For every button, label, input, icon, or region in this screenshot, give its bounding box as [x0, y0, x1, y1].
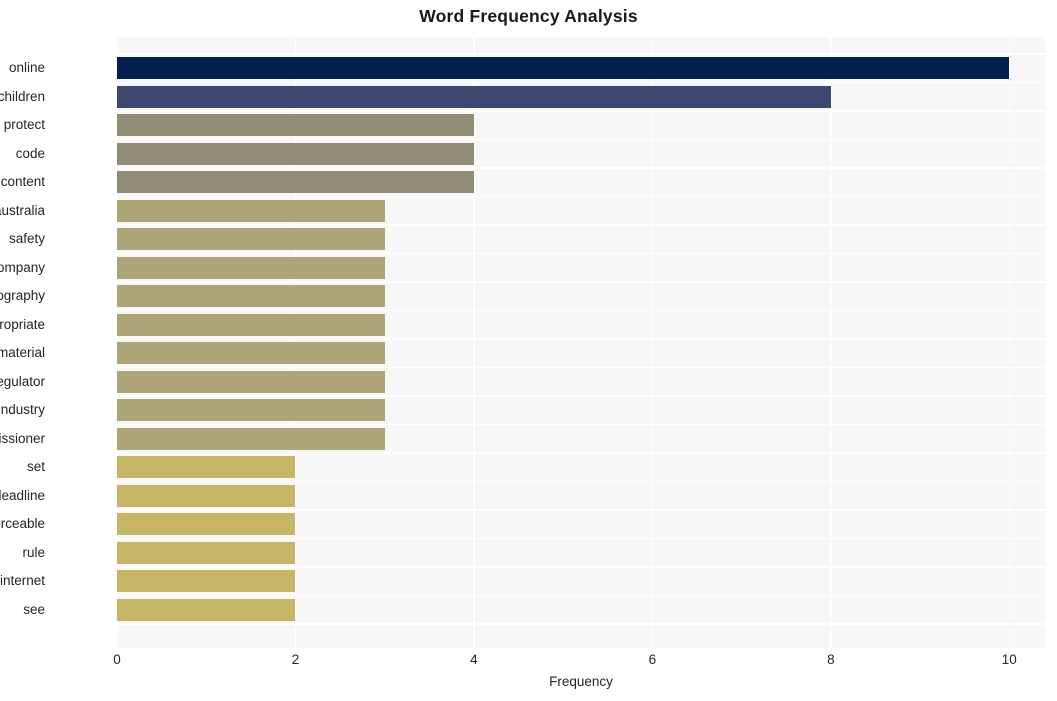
x-tick-label-10: 10 — [1001, 652, 1017, 667]
y-tick-label-rule: rule — [22, 544, 45, 560]
bar-protect[interactable] — [117, 114, 474, 136]
gridline-horizontal — [117, 167, 1045, 169]
y-tick-label-company: company — [0, 259, 45, 275]
y-tick-label-australia: australia — [0, 202, 45, 218]
y-tick-label-safety: safety — [8, 231, 45, 246]
gridline-horizontal — [117, 623, 1045, 625]
y-tick-label-online: online — [8, 60, 45, 75]
y-tick-label-set: set — [26, 459, 45, 474]
x-tick-label-2: 2 — [291, 652, 300, 667]
y-tick-label-children: children — [0, 88, 45, 104]
gridline-vertical-10 — [1008, 37, 1011, 648]
y-tick-label-pornography: pornography — [0, 288, 45, 303]
y-tick-label-regulator: regulator — [0, 373, 45, 389]
bar-commissioner[interactable] — [117, 427, 385, 450]
gridline-horizontal — [117, 53, 1045, 55]
bar-regulator[interactable] — [117, 370, 385, 393]
word-frequency-chart-figure: Word Frequency Analysis online children pr… — [0, 0, 1057, 701]
x-axis-label: Frequency — [549, 674, 613, 689]
bar-content[interactable] — [117, 171, 474, 193]
gridline-horizontal — [117, 566, 1045, 568]
bar-children[interactable] — [117, 85, 831, 108]
plot-area — [117, 37, 1045, 648]
gridline-horizontal — [117, 309, 1045, 311]
gridline-horizontal — [117, 537, 1045, 539]
gridline-horizontal — [117, 509, 1045, 511]
gridline-horizontal — [117, 480, 1045, 482]
bar-material[interactable] — [117, 342, 385, 364]
gridline-horizontal — [117, 395, 1045, 397]
bar-deadline[interactable] — [117, 484, 296, 507]
gridline-horizontal — [117, 195, 1045, 197]
gridline-horizontal — [117, 423, 1045, 425]
bar-code[interactable] — [117, 142, 474, 165]
y-tick-label-inappropriate: inappropriate — [0, 316, 45, 332]
y-tick-label-content: content — [0, 174, 45, 189]
y-tick-label-material: material — [0, 345, 45, 360]
y-tick-label-enforceable: enforceable — [0, 516, 45, 531]
gridline-horizontal — [117, 110, 1045, 112]
gridline-horizontal — [117, 338, 1045, 340]
chart-title: Word Frequency Analysis — [419, 6, 638, 26]
x-tick-label-0: 0 — [113, 652, 121, 667]
gridline-vertical-8 — [830, 37, 832, 648]
bar-safety[interactable] — [117, 228, 385, 250]
x-tick-label-4: 4 — [470, 652, 478, 667]
y-tick-label-internet: internet — [0, 573, 45, 588]
gridline-vertical-6 — [651, 37, 654, 648]
y-tick-label-see: see — [23, 601, 45, 617]
y-tick-label-deadline: deadline — [0, 487, 45, 503]
bar-set[interactable] — [117, 456, 296, 478]
gridline-horizontal — [117, 281, 1045, 283]
bar-see[interactable] — [117, 598, 296, 621]
gridline-horizontal — [117, 252, 1045, 254]
x-tick-label-6: 6 — [648, 652, 657, 667]
bar-rule[interactable] — [117, 541, 296, 564]
x-tick-label-8: 8 — [827, 652, 835, 667]
gridline-horizontal — [117, 594, 1045, 596]
y-tick-label-protect: protect — [3, 117, 45, 132]
bar-enforceable[interactable] — [117, 513, 296, 535]
y-tick-label-commissioner: commissioner — [0, 430, 45, 446]
bar-internet[interactable] — [117, 570, 296, 592]
bar-company[interactable] — [117, 256, 385, 279]
gridline-horizontal — [117, 224, 1045, 226]
y-tick-label-industry: industry — [0, 402, 45, 417]
bar-industry[interactable] — [117, 399, 385, 421]
gridline-horizontal — [117, 366, 1045, 368]
bar-inappropriate[interactable] — [117, 313, 385, 336]
bar-online[interactable] — [117, 57, 1010, 79]
bar-pornography[interactable] — [117, 285, 385, 307]
gridline-horizontal — [117, 81, 1045, 83]
y-tick-label-code: code — [15, 145, 45, 161]
bar-australia[interactable] — [117, 199, 385, 222]
gridline-horizontal — [117, 138, 1045, 140]
gridline-horizontal — [117, 452, 1045, 454]
